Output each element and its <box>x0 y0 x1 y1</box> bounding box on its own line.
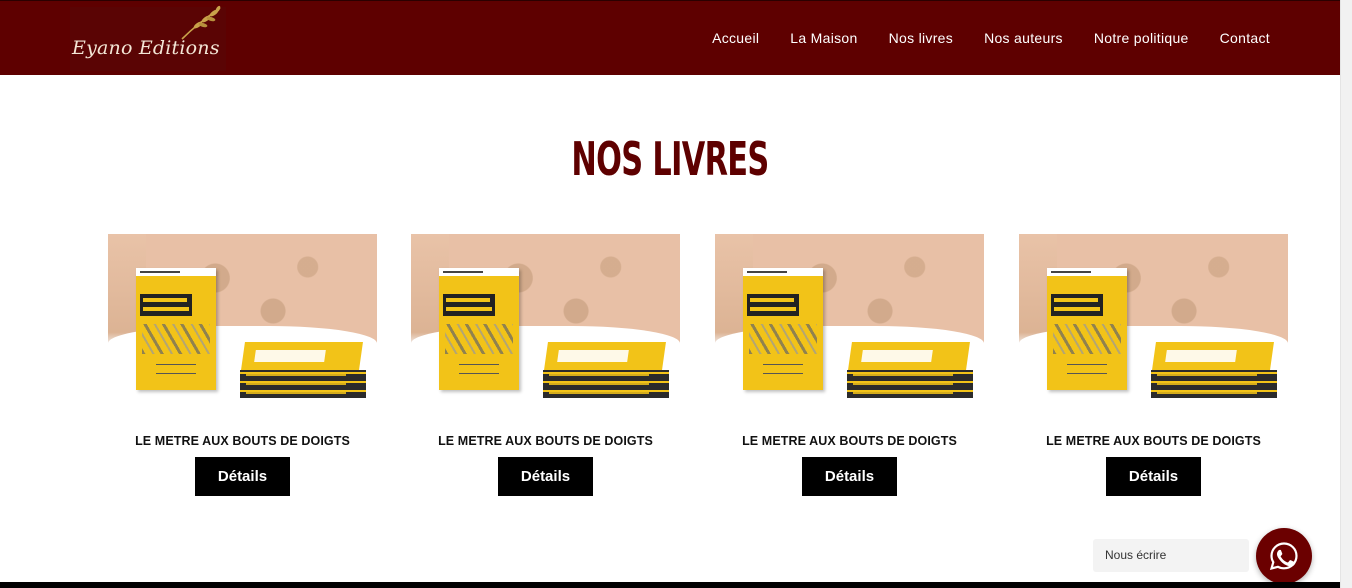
page-title: NOS LIVRES <box>571 132 769 186</box>
footer-bar <box>0 582 1340 588</box>
book-card: LE METRE AUX BOUTS DE DOIGTS Détails <box>108 234 377 496</box>
book-cover-image[interactable] <box>108 234 377 413</box>
whatsapp-chat-button[interactable] <box>1256 528 1312 584</box>
nav-item-la-maison[interactable]: La Maison <box>790 30 857 46</box>
site-header: Eyano Editions Accueil La Maison Nos liv… <box>0 0 1340 75</box>
nav-item-nos-auteurs[interactable]: Nos auteurs <box>984 30 1063 46</box>
book-card: LE METRE AUX BOUTS DE DOIGTS Détails <box>1019 234 1288 496</box>
book-card: LE METRE AUX BOUTS DE DOIGTS Détails <box>715 234 984 496</box>
book-title: LE METRE AUX BOUTS DE DOIGTS <box>742 434 957 448</box>
book-title: LE METRE AUX BOUTS DE DOIGTS <box>438 434 653 448</box>
chat-label[interactable]: Nous écrire <box>1093 539 1249 572</box>
details-button[interactable]: Détails <box>802 457 897 496</box>
book-title: LE METRE AUX BOUTS DE DOIGTS <box>1046 434 1261 448</box>
leaf-icon <box>181 5 221 40</box>
details-button[interactable]: Détails <box>195 457 290 496</box>
nav-item-nos-livres[interactable]: Nos livres <box>889 30 953 46</box>
brand-name: Eyano Editions <box>72 37 220 59</box>
main-nav: Accueil La Maison Nos livres Nos auteurs… <box>712 30 1270 46</box>
nav-item-accueil[interactable]: Accueil <box>712 30 759 46</box>
book-cover-image[interactable] <box>715 234 984 413</box>
book-card: LE METRE AUX BOUTS DE DOIGTS Détails <box>411 234 680 496</box>
page-scrollbar[interactable] <box>1340 0 1352 588</box>
nav-item-contact[interactable]: Contact <box>1220 30 1270 46</box>
brand-logo[interactable]: Eyano Editions <box>70 5 226 71</box>
details-button[interactable]: Détails <box>498 457 593 496</box>
details-button[interactable]: Détails <box>1106 457 1201 496</box>
book-cover-image[interactable] <box>411 234 680 413</box>
book-cover-image[interactable] <box>1019 234 1288 413</box>
book-title: LE METRE AUX BOUTS DE DOIGTS <box>135 434 350 448</box>
nav-item-notre-politique[interactable]: Notre politique <box>1094 30 1189 46</box>
whatsapp-icon <box>1269 542 1298 571</box>
